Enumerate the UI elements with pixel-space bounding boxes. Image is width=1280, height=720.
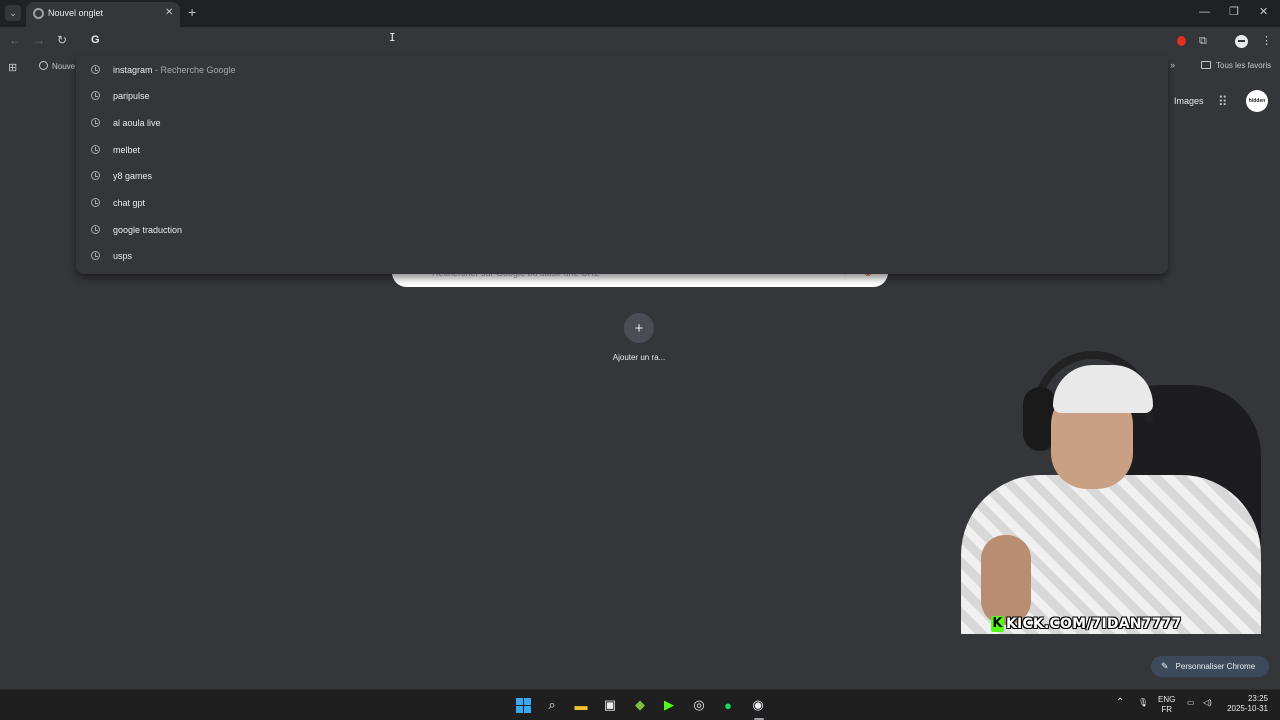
kick-channel-badge: K KICK.COM/7IDAN7777 (991, 615, 1181, 633)
suggestion-item[interactable]: usps (76, 243, 1168, 269)
apps-icon[interactable]: ⊞ (8, 61, 17, 74)
tab-strip: ⌄ Nouvel onglet ✕ + — ❐ ✕ (0, 0, 1280, 27)
lang-bottom: FR (1161, 705, 1172, 714)
history-icon (91, 251, 100, 260)
history-icon (91, 65, 100, 74)
restore-icon[interactable]: ❐ (1229, 5, 1239, 19)
reload-icon[interactable]: ↻ (57, 33, 67, 47)
omnibox-input[interactable]: G (91, 34, 100, 46)
history-icon (91, 118, 100, 127)
suggestion-text: instagram (113, 65, 153, 75)
add-shortcut-label: Ajouter un ra... (612, 353, 666, 362)
close-tab-icon[interactable]: ✕ (165, 7, 173, 18)
history-icon (91, 91, 100, 100)
search-icon[interactable]: ⌕ (543, 696, 561, 714)
google-apps-icon[interactable]: ⠿ (1218, 94, 1228, 110)
close-window-icon[interactable]: ✕ (1259, 5, 1268, 19)
suggestion-text: chat gpt (113, 198, 146, 208)
layers-app-icon[interactable]: ◆ (631, 696, 649, 714)
chrome-favicon-icon (33, 8, 44, 19)
lang-top: ENG (1158, 695, 1176, 704)
suggestion-subtext: - Recherche Google (152, 65, 236, 75)
volume-icon[interactable]: ◁) (1203, 698, 1212, 708)
suggestion-item[interactable]: google traduction (76, 217, 1168, 243)
windows-start-icon[interactable] (514, 696, 532, 714)
network-icon[interactable]: ▭ (1187, 698, 1195, 708)
mic-tray-icon[interactable]: 🎙 (1138, 698, 1148, 708)
windows-taskbar: ⌕ ▬ ▣ ◆ ▶ ◎ ● ◉ ⌃ 🎙 ENG FR ▭ ◁) 23:25 20… (0, 689, 1280, 720)
suggestion-text: paripulse (113, 91, 150, 101)
tab-title: Nouvel onglet (48, 8, 104, 18)
suggestion-item[interactable]: melbet (76, 137, 1168, 163)
streamer-hand (981, 535, 1031, 625)
obs-icon[interactable]: ◎ (690, 696, 708, 714)
all-bookmarks-label: Tous les favoris (1216, 61, 1272, 70)
suggestion-item[interactable]: chat gpt (76, 190, 1168, 216)
suggestion-text: google traduction (113, 225, 183, 235)
suggestion-text: usps (113, 251, 133, 261)
profile-icon[interactable] (1235, 35, 1248, 48)
toolbar: ← → ↻ G ⧉ ⋮ (0, 27, 1280, 56)
suggestion-text: al aoula live (113, 118, 161, 128)
kick-logo-icon: K (991, 616, 1004, 632)
folder-icon (1201, 61, 1211, 69)
history-icon (91, 145, 100, 154)
clock-time: 23:25 (1247, 694, 1268, 703)
forward-icon[interactable]: → (33, 33, 45, 47)
tab-new-tab[interactable]: Nouvel onglet ✕ (26, 2, 180, 27)
clock[interactable]: 23:25 2025-10-31 (1222, 694, 1268, 714)
images-link[interactable]: Images (1174, 96, 1204, 106)
extensions-icon[interactable]: ⧉ (1199, 34, 1207, 48)
kick-studio-icon[interactable]: ▶ (660, 696, 678, 714)
kick-url-text: KICK.COM/7IDAN7777 (1006, 616, 1182, 632)
globe-icon (39, 61, 48, 70)
suggestion-item[interactable]: paripulse (76, 83, 1168, 109)
text-cursor-icon: I (389, 31, 396, 44)
suggestion-text: melbet (113, 145, 141, 155)
plus-icon: + (624, 313, 654, 343)
bookmark-label: Nouve (52, 62, 76, 71)
pencil-icon: ✎ (1161, 661, 1169, 671)
back-icon[interactable]: ← (9, 33, 21, 47)
clock-date: 2025-10-31 (1227, 704, 1268, 713)
webcam-overlay: K KICK.COM/7IDAN7777 (941, 345, 1280, 634)
tray-overflow-icon[interactable]: ⌃ (1116, 698, 1124, 708)
suggestion-item[interactable]: al aoula live (76, 110, 1168, 136)
customize-label: Personnaliser Chrome (1175, 662, 1256, 671)
minimize-icon[interactable]: — (1199, 5, 1210, 19)
suggestion-item[interactable]: y8 games (76, 163, 1168, 189)
store-icon[interactable]: ▣ (601, 696, 619, 714)
chrome-icon[interactable]: ◉ (749, 696, 767, 714)
suggestion-text: y8 games (113, 171, 153, 181)
history-icon (91, 171, 100, 180)
suggestion-item[interactable]: instagram - Recherche Google (76, 57, 1168, 83)
file-explorer-icon[interactable]: ▬ (572, 696, 590, 714)
spotify-icon[interactable]: ● (719, 696, 737, 714)
history-icon (91, 198, 100, 207)
account-avatar[interactable]: hidden (1246, 90, 1268, 112)
tab-search-button[interactable]: ⌄ (5, 5, 21, 21)
omnibox-suggestions: instagram - Recherche Google paripulse a… (76, 56, 1168, 274)
new-tab-button[interactable]: + (188, 5, 196, 19)
history-icon (91, 225, 100, 234)
add-shortcut[interactable]: + Ajouter un ra... (600, 311, 680, 371)
bookmark-item[interactable]: Nouve (39, 61, 75, 71)
recording-extension-icon[interactable] (1177, 36, 1186, 46)
all-bookmarks-button[interactable]: Tous les favoris (1201, 61, 1271, 70)
language-indicator[interactable]: ENG FR (1158, 695, 1175, 715)
customize-chrome-button[interactable]: ✎ Personnaliser Chrome (1151, 656, 1269, 677)
menu-icon[interactable]: ⋮ (1261, 34, 1272, 48)
bookmarks-overflow-icon[interactable]: » (1170, 60, 1175, 70)
